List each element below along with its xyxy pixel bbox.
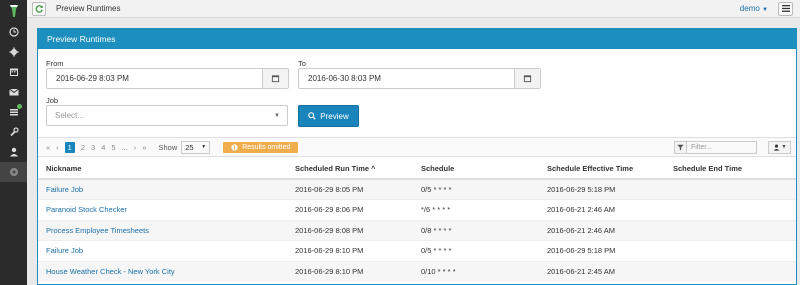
to-date-field[interactable]: 2016-06-30 8:03 PM bbox=[298, 68, 541, 89]
table-row: Process Employee Timesheets 2016-06-29 8… bbox=[38, 219, 796, 241]
job-label: Job bbox=[46, 96, 59, 105]
schedule-end-time bbox=[665, 260, 796, 282]
first-page-link[interactable]: « bbox=[46, 143, 50, 152]
column-chooser-button[interactable]: ▼ bbox=[768, 140, 791, 154]
page-link[interactable]: 5 bbox=[111, 143, 115, 152]
search-icon bbox=[308, 112, 316, 120]
job-link[interactable]: House Weather Check - New York City bbox=[46, 267, 175, 276]
filter-input[interactable]: Filter... bbox=[687, 140, 757, 154]
scheduled-run-time: 2016-06-29 8:05 PM bbox=[287, 178, 413, 200]
page-size-select[interactable]: 25 ▼ bbox=[181, 140, 211, 154]
page-size-value: 25 bbox=[185, 142, 194, 152]
user-icon bbox=[773, 144, 779, 151]
sidebar bbox=[0, 0, 27, 285]
schedule-effective-time: 2016-06-29 5:18 PM bbox=[539, 240, 665, 261]
clock-icon[interactable] bbox=[0, 22, 27, 42]
from-label: From bbox=[46, 59, 64, 68]
results-omitted-badge: Results omitted bbox=[223, 141, 299, 153]
hamburger-menu-icon[interactable] bbox=[778, 1, 793, 16]
job-select[interactable]: Select... ▼ bbox=[46, 105, 288, 126]
calendar-icon[interactable] bbox=[514, 69, 540, 88]
job-link[interactable]: Paranoid Stock Checker bbox=[46, 205, 127, 214]
filter-group: Filter... ▼ bbox=[674, 140, 791, 154]
table-row: Failure Job 2016-06-29 8:10 PM 0/5 * * *… bbox=[38, 240, 796, 261]
job-select-placeholder: Select... bbox=[55, 111, 84, 120]
wrench-icon[interactable] bbox=[0, 122, 27, 142]
to-label: To bbox=[298, 59, 306, 68]
schedule-effective-time: 2016-06-21 2:45 AM bbox=[539, 260, 665, 282]
schedule-effective-time: 2016-06-21 2:46 AM bbox=[539, 219, 665, 241]
page-title: Preview Runtimes bbox=[56, 4, 121, 13]
top-bar: Preview Runtimes demo ▼ bbox=[27, 0, 800, 18]
user-menu[interactable]: demo ▼ bbox=[740, 4, 768, 13]
preview-runtimes-panel: Preview Runtimes From 2016-06-29 8:03 PM… bbox=[37, 28, 797, 285]
table-header-row: Nickname Scheduled Run Time ^ Schedule S… bbox=[38, 158, 796, 180]
col-scheduled-run-time[interactable]: Scheduled Run Time ^ bbox=[287, 158, 413, 180]
schedule-effective-time: 2016-06-21 2:46 AM bbox=[539, 199, 665, 220]
logo[interactable] bbox=[0, 0, 27, 22]
warning-icon bbox=[231, 143, 238, 151]
calendar-icon[interactable] bbox=[0, 62, 27, 82]
chevron-down-icon: ▼ bbox=[201, 144, 207, 150]
scheduled-run-time: 2016-06-29 8:08 PM bbox=[287, 219, 413, 241]
schedule-end-time bbox=[665, 219, 796, 241]
page-ellipsis: ... bbox=[121, 142, 128, 152]
col-schedule-end-time[interactable]: Schedule End Time bbox=[665, 158, 796, 180]
page-link[interactable]: 2 bbox=[81, 143, 85, 152]
schedule: 0/8 * * * * bbox=[413, 219, 539, 241]
user-name: demo bbox=[739, 4, 760, 13]
runtimes-table: Nickname Scheduled Run Time ^ Schedule S… bbox=[38, 158, 796, 282]
page-link[interactable]: 4 bbox=[101, 143, 105, 152]
col-nickname[interactable]: Nickname bbox=[38, 158, 287, 180]
schedule: 0/5 * * * * bbox=[413, 240, 539, 261]
next-page-link[interactable]: › bbox=[134, 143, 137, 152]
table-row: Paranoid Stock Checker 2016-06-29 8:06 P… bbox=[38, 199, 796, 220]
results-toolbar: « ‹ 1 2 3 4 5 ... › » Show 25 ▼ Results … bbox=[38, 137, 796, 157]
schedule: 0/5 * * * * bbox=[413, 178, 539, 200]
schedule-end-time bbox=[665, 240, 796, 261]
schedule: */6 * * * * bbox=[413, 199, 539, 220]
table-row: Failure Job 2016-06-29 8:05 PM 0/5 * * *… bbox=[38, 178, 796, 200]
last-page-link[interactable]: » bbox=[142, 143, 146, 152]
gear-icon[interactable] bbox=[0, 42, 27, 62]
table-row: House Weather Check - New York City 2016… bbox=[38, 260, 796, 282]
col-schedule[interactable]: Schedule bbox=[413, 158, 539, 180]
panel-title: Preview Runtimes bbox=[38, 29, 796, 49]
caret-down-icon: ▼ bbox=[781, 144, 787, 150]
results-omitted-label: Results omitted bbox=[242, 143, 291, 151]
from-date-value: 2016-06-29 8:03 PM bbox=[56, 74, 129, 83]
chevron-down-icon: ▼ bbox=[274, 112, 280, 119]
job-link[interactable]: Failure Job bbox=[46, 246, 83, 255]
calendar-icon[interactable] bbox=[262, 69, 288, 88]
scheduled-run-time: 2016-06-29 8:10 PM bbox=[287, 240, 413, 261]
col-scheduled-run-time-label: Scheduled Run Time bbox=[295, 163, 370, 173]
from-date-field[interactable]: 2016-06-29 8:03 PM bbox=[46, 68, 289, 89]
schedule-end-time bbox=[665, 178, 796, 200]
schedule-end-time bbox=[665, 199, 796, 220]
to-date-value: 2016-06-30 8:03 PM bbox=[308, 74, 381, 83]
job-link[interactable]: Process Employee Timesheets bbox=[46, 226, 149, 235]
job-link[interactable]: Failure Job bbox=[46, 185, 83, 194]
filter-icon[interactable] bbox=[674, 140, 687, 154]
refresh-icon[interactable] bbox=[32, 1, 46, 16]
show-label: Show bbox=[158, 142, 178, 152]
schedule-effective-time: 2016-06-29 5:18 PM bbox=[539, 178, 665, 200]
caret-down-icon: ▼ bbox=[762, 7, 768, 13]
scheduled-run-time: 2016-06-29 8:10 PM bbox=[287, 260, 413, 282]
col-schedule-effective-time[interactable]: Schedule Effective Time bbox=[539, 158, 665, 180]
page-link-current[interactable]: 1 bbox=[64, 141, 75, 153]
circle-gear-icon[interactable] bbox=[0, 162, 27, 182]
list-icon[interactable] bbox=[0, 102, 27, 122]
scheduled-run-time: 2016-06-29 8:06 PM bbox=[287, 199, 413, 220]
preview-button[interactable]: Preview bbox=[298, 105, 359, 127]
preview-button-label: Preview bbox=[320, 111, 349, 121]
sort-asc-icon: ^ bbox=[371, 165, 376, 173]
pagination: « ‹ 1 2 3 4 5 ... › » bbox=[46, 141, 152, 153]
user-icon[interactable] bbox=[0, 142, 27, 162]
notification-badge bbox=[17, 104, 22, 109]
prev-page-link[interactable]: ‹ bbox=[56, 143, 59, 152]
envelope-icon[interactable] bbox=[0, 82, 27, 102]
page-link[interactable]: 3 bbox=[91, 143, 95, 152]
schedule: 0/10 * * * * bbox=[413, 260, 539, 282]
